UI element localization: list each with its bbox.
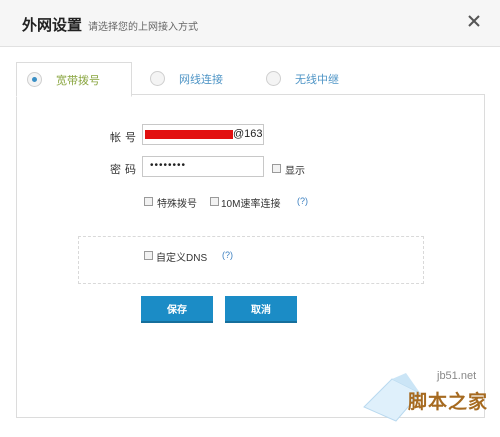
password-label: 密码 [110,164,140,176]
dns-section [78,236,424,284]
radio-selected-icon [27,72,42,87]
tab-wireless-relay[interactable]: 无线中继 [256,63,339,94]
password-input[interactable]: •••••••• [142,156,264,177]
special-dial-checkbox[interactable] [144,197,153,206]
rate-10m-checkbox[interactable] [210,197,219,206]
cancel-button[interactable]: 取消 [225,296,297,323]
tab-label: 无线中继 [295,73,339,86]
tab-label: 网线连接 [179,73,223,86]
show-password-checkbox[interactable] [272,164,281,173]
custom-dns-checkbox[interactable] [144,251,153,260]
custom-dns-label: 自定义DNS [156,253,208,264]
password-mask: •••••••• [150,160,187,171]
watermark-brand: 脚本之家 [408,392,489,413]
help-link[interactable]: (?) [297,196,308,206]
close-icon[interactable] [464,11,484,31]
radio-icon [266,71,281,86]
radio-icon [150,71,165,86]
account-input[interactable]: @163 [142,124,264,145]
dialog-subtitle: 请选择您的上网接入方式 [88,22,198,33]
account-label: 帐号 [110,132,140,144]
dialog-title: 外网设置 [22,17,83,34]
watermark-site: jb51.net [437,370,477,382]
show-password-label: 显示 [285,166,305,177]
dns-help-link[interactable]: (?) [222,250,233,260]
tab-label: 宽带拨号 [56,74,100,87]
rate-10m-label: 10M速率连接 [221,199,281,210]
special-dial-label: 特殊拨号 [157,199,197,210]
redaction-bar [145,130,233,139]
account-suffix: @163 [233,128,263,140]
dialog-header: 外网设置 请选择您的上网接入方式 [0,0,500,47]
tab-broadband-dial[interactable]: 宽带拨号 [16,62,132,97]
save-button[interactable]: 保存 [141,296,213,323]
tab-cable-connection[interactable]: 网线连接 [140,63,223,94]
